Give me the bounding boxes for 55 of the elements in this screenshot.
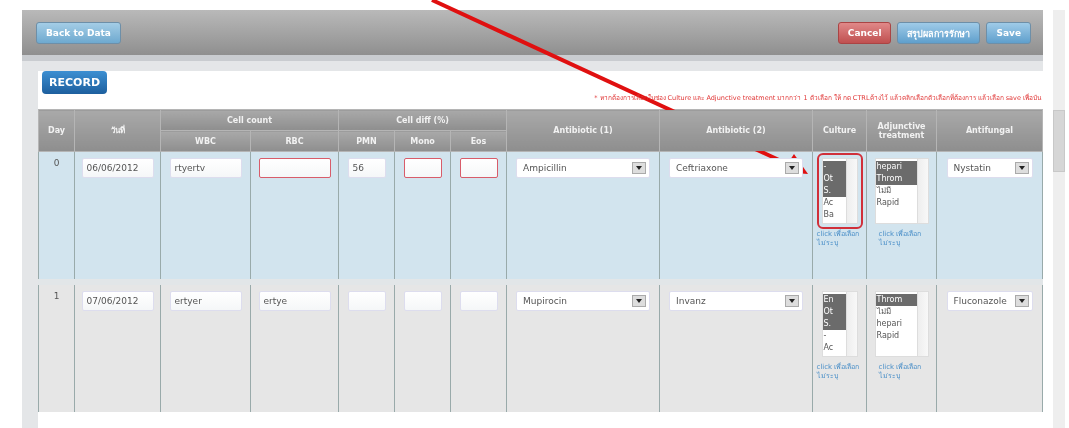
caret-icon bbox=[785, 162, 800, 174]
input-field[interactable]: 56 bbox=[347, 158, 386, 178]
list-option[interactable]: Rapid bbox=[875, 329, 917, 342]
dropdown[interactable]: Mupirocin bbox=[516, 290, 651, 311]
table-cell: 0 bbox=[38, 151, 75, 282]
scrollbar[interactable] bbox=[916, 159, 928, 223]
caret-icon bbox=[632, 162, 647, 174]
list-option[interactable]: Ot bbox=[822, 173, 846, 185]
list-option[interactable]: - bbox=[822, 161, 846, 173]
list-option[interactable]: S. bbox=[822, 185, 846, 197]
column-header: Cell diff (%) bbox=[338, 109, 507, 131]
dropdown[interactable]: Ceftriaxone bbox=[669, 158, 804, 178]
list-option[interactable]: Throm bbox=[875, 173, 917, 185]
list-box[interactable]: - Ot S. Ac Ba bbox=[816, 153, 863, 229]
column-header: Culture bbox=[812, 109, 867, 152]
input-field[interactable] bbox=[258, 158, 331, 178]
input-field[interactable]: 07/06/2012 bbox=[81, 290, 154, 311]
cancel-button[interactable]: Cancel bbox=[837, 21, 892, 44]
list-option[interactable]: Throm bbox=[875, 293, 917, 306]
list-option[interactable]: Ac bbox=[822, 197, 846, 209]
list-option[interactable]: ไม่มี bbox=[875, 185, 917, 197]
list-option[interactable]: hepari bbox=[875, 161, 917, 173]
dropdown[interactable]: Ampicillin bbox=[516, 158, 651, 178]
column-header: Adjunctive treatment bbox=[866, 109, 937, 152]
column-header: Day bbox=[38, 109, 75, 152]
input-field[interactable] bbox=[459, 158, 498, 178]
input-field[interactable]: rtyertv bbox=[169, 158, 242, 178]
list-option[interactable]: hepari bbox=[875, 317, 917, 330]
dropdown[interactable]: Fluconazole bbox=[946, 290, 1033, 311]
input-field[interactable]: ertyer bbox=[169, 290, 242, 311]
column-header: Antifungal bbox=[936, 109, 1043, 152]
list-option[interactable]: En bbox=[822, 293, 846, 306]
column-header: Antibiotic (2) bbox=[659, 109, 813, 152]
scrollbar[interactable] bbox=[916, 291, 928, 356]
scrollbar[interactable] bbox=[845, 291, 857, 356]
column-header: Cell count bbox=[160, 109, 339, 131]
list-option[interactable]: Ac bbox=[822, 341, 846, 354]
input-field[interactable] bbox=[403, 158, 442, 178]
caret-icon bbox=[1014, 294, 1029, 307]
list-option[interactable]: ไม่มี bbox=[875, 305, 917, 318]
record-title: RECORD bbox=[42, 71, 107, 94]
list-option[interactable]: Ba bbox=[822, 209, 846, 221]
input-field[interactable]: 06/06/2012 bbox=[81, 158, 154, 178]
dropdown[interactable]: Nystatin bbox=[946, 158, 1033, 178]
caret-icon bbox=[632, 294, 647, 307]
column-header: Antibiotic (1) bbox=[506, 109, 660, 152]
caret-icon bbox=[1014, 162, 1029, 174]
caret-icon bbox=[785, 294, 800, 307]
input-field[interactable]: ertye bbox=[258, 290, 331, 311]
scrollbar[interactable] bbox=[1053, 10, 1065, 428]
column-header: วันที่ bbox=[74, 109, 161, 152]
list-option[interactable]: - bbox=[822, 329, 846, 342]
dropdown[interactable]: Invanz bbox=[669, 290, 804, 311]
list-option[interactable]: Rapid bbox=[875, 197, 917, 209]
scrollbar[interactable] bbox=[845, 159, 857, 223]
